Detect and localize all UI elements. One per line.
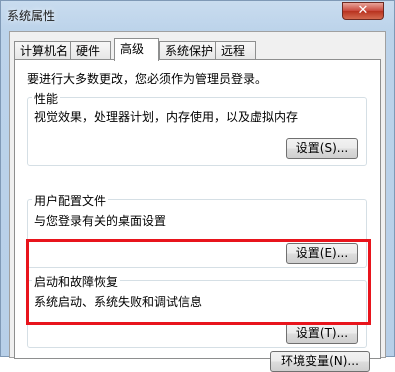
title-bar[interactable]: 系统属性 ✕: [1, 1, 394, 27]
red-highlight-box: [26, 239, 371, 325]
window-title: 系统属性: [7, 9, 56, 23]
close-button[interactable]: ✕: [342, 2, 384, 20]
performance-title: 性能: [32, 90, 61, 107]
user-profiles-title: 用户配置文件: [32, 192, 109, 209]
performance-description: 视觉效果，处理器计划，内存使用，以及虚拟内存: [34, 110, 299, 124]
tab-label: 远程: [221, 44, 246, 58]
system-properties-window: 系统属性 ✕ 计算机名 硬件 高级 系统保护 远程 要进行大多数更改，您必须作为…: [0, 0, 395, 372]
tab-label: 硬件: [76, 44, 101, 58]
admin-notice: 要进行大多数更改，您必须作为管理员登录。: [27, 72, 268, 86]
close-icon: ✕: [357, 3, 369, 18]
tab-hardware[interactable]: 硬件: [70, 41, 111, 60]
tab-label: 系统保护: [165, 44, 214, 58]
tab-label: 高级: [120, 42, 145, 56]
tab-system-protection[interactable]: 系统保护: [159, 41, 216, 60]
tab-computer-name[interactable]: 计算机名: [14, 41, 71, 60]
startup-recovery-settings-button[interactable]: 设置(T)...: [286, 323, 358, 344]
tab-advanced[interactable]: 高级: [114, 38, 159, 61]
environment-variables-button[interactable]: 环境变量(N)...: [270, 351, 370, 372]
tab-label: 计算机名: [20, 44, 69, 58]
tab-remote[interactable]: 远程: [215, 41, 256, 60]
user-profiles-description: 与您登录有关的桌面设置: [34, 214, 167, 228]
performance-settings-button[interactable]: 设置(S)...: [286, 138, 358, 159]
performance-group: 性能 视觉效果，处理器计划，内存使用，以及虚拟内存 设置(S)...: [27, 90, 367, 166]
